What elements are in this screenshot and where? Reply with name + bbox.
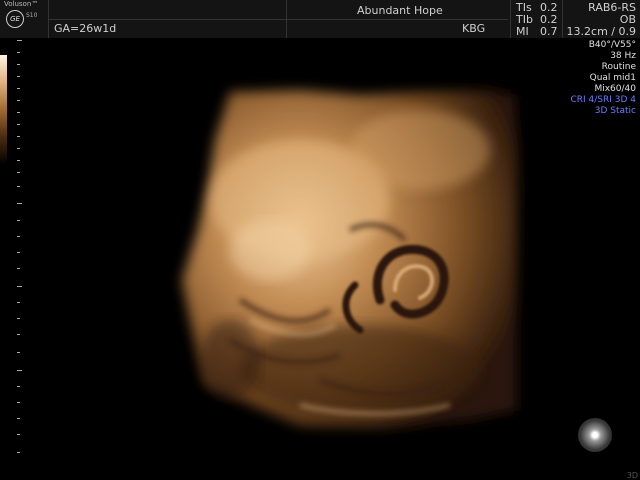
angle-readout: B40°/V55° xyxy=(588,40,636,50)
ultrasound-3d-render xyxy=(182,90,518,428)
depth-tick xyxy=(17,434,20,435)
depth-tick xyxy=(17,236,20,237)
depth-tick xyxy=(17,302,20,303)
depth-tick xyxy=(17,334,20,335)
header-bar: Voluson™ GE S10 Abundant Hope GA=26w1d K… xyxy=(0,0,640,38)
depth-readout: 13.2cm / 0.9 xyxy=(566,25,636,38)
cri-label: CRI 4/SRI 3D 4 xyxy=(570,95,636,105)
imaging-parameters: B40°/V55° 38 Hz Routine Qual mid1 Mix60/… xyxy=(570,40,636,117)
depth-tick xyxy=(17,370,22,371)
depth-tick xyxy=(17,88,20,89)
brand-label: Voluson™ xyxy=(4,0,39,8)
trackball-indicator-icon xyxy=(578,418,612,452)
depth-tick xyxy=(17,252,20,253)
depth-tick xyxy=(17,452,20,453)
depth-tick xyxy=(17,268,20,269)
header-divider-horizontal xyxy=(48,19,508,20)
quality-label: Qual mid1 xyxy=(589,73,636,83)
depth-tick xyxy=(17,286,22,287)
depth-tick xyxy=(17,220,20,221)
depth-tick xyxy=(17,40,22,41)
color-map-bar xyxy=(0,55,7,165)
depth-tick xyxy=(17,318,20,319)
depth-tick xyxy=(17,386,20,387)
depth-tick xyxy=(17,64,20,65)
depth-tick xyxy=(17,112,20,113)
facility-name: Abundant Hope xyxy=(357,4,443,17)
depth-tick xyxy=(17,136,20,137)
static-label: 3D Static xyxy=(594,106,636,116)
corner-label: 3D xyxy=(626,471,638,480)
depth-tick xyxy=(17,203,22,204)
depth-tick xyxy=(17,100,20,101)
depth-tick xyxy=(17,52,20,53)
mi-value: 0.7 xyxy=(540,25,558,38)
gestational-age: GA=26w1d xyxy=(54,22,117,35)
ge-emblem: GE xyxy=(6,10,24,28)
depth-tick xyxy=(17,402,20,403)
depth-tick xyxy=(17,124,20,125)
header-divider xyxy=(562,0,563,38)
depth-tick xyxy=(17,352,20,353)
depth-tick xyxy=(17,418,20,419)
depth-tick xyxy=(17,172,20,173)
operator-initials: KBG xyxy=(462,22,486,35)
depth-tick xyxy=(17,76,20,77)
depth-tick xyxy=(17,148,20,149)
frame-rate: 38 Hz xyxy=(610,51,636,61)
mi-label: MI xyxy=(516,25,529,38)
header-divider xyxy=(510,0,511,38)
depth-tick xyxy=(17,186,20,187)
mode-label: Routine xyxy=(601,62,636,72)
ge-logo-icon: Voluson™ GE S10 xyxy=(2,0,48,36)
depth-tick xyxy=(17,160,20,161)
model-label: S10 xyxy=(26,12,38,19)
mix-label: Mix60/40 xyxy=(594,84,636,94)
